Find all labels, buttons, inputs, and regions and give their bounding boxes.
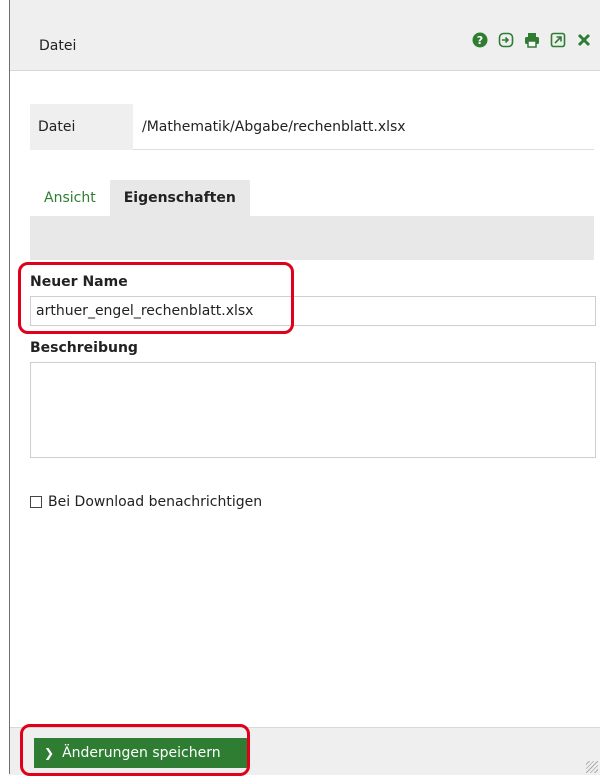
- tab-bar: Ansicht Eigenschaften: [30, 180, 250, 216]
- notify-row: Bei Download benachrichtigen: [30, 494, 262, 510]
- file-info-row: Datei /Mathematik/Abgabe/rechenblatt.xls…: [30, 104, 594, 150]
- file-label: Datei: [38, 119, 76, 135]
- dialog-title: Datei: [39, 38, 77, 54]
- tab-eigenschaften[interactable]: Eigenschaften: [109, 180, 250, 216]
- help-icon[interactable]: ?: [472, 32, 488, 48]
- tab-ansicht[interactable]: Ansicht: [30, 180, 110, 216]
- tab-content-strip: [30, 216, 594, 260]
- close-icon[interactable]: [576, 32, 592, 48]
- new-name-input[interactable]: arthuer_engel_rechenblatt.xlsx: [30, 296, 596, 326]
- external-link-icon[interactable]: [550, 32, 566, 48]
- file-label-cell: Datei: [30, 104, 133, 150]
- print-icon[interactable]: [524, 32, 540, 48]
- notify-label[interactable]: Bei Download benachrichtigen: [48, 494, 262, 510]
- save-button-label: Änderungen speichern: [62, 745, 221, 761]
- window-resize-handle[interactable]: [586, 761, 598, 773]
- sign-in-icon[interactable]: [498, 32, 514, 48]
- file-dialog: Datei ? Datei /Mathematik/Abgabe/rechenb…: [9, 0, 600, 775]
- dialog-footer: ❯ Änderungen speichern: [10, 727, 600, 775]
- notify-checkbox[interactable]: [30, 496, 42, 508]
- title-bar: Datei ?: [10, 0, 600, 71]
- divider: [133, 149, 594, 150]
- description-textarea[interactable]: [30, 362, 596, 458]
- new-name-label: Neuer Name: [30, 274, 128, 290]
- svg-text:?: ?: [477, 34, 483, 47]
- description-label: Beschreibung: [30, 340, 138, 356]
- file-path: /Mathematik/Abgabe/rechenblatt.xlsx: [142, 119, 406, 135]
- save-changes-button[interactable]: ❯ Änderungen speichern: [34, 738, 247, 768]
- title-bar-icons: ?: [472, 32, 592, 48]
- chevron-right-icon: ❯: [44, 746, 55, 760]
